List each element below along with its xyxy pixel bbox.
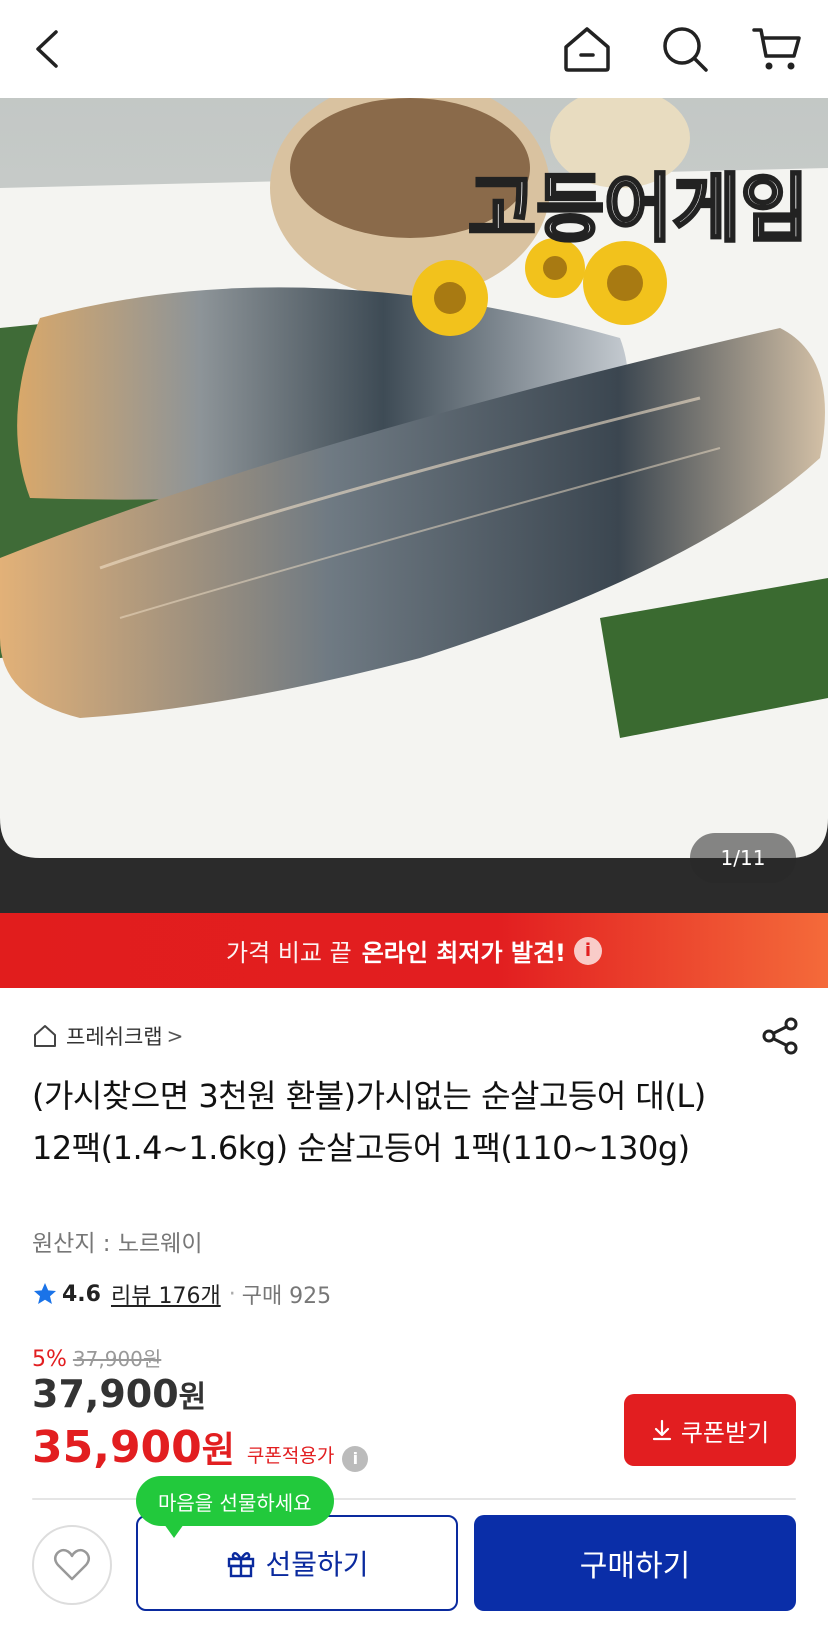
coupon-price-label: 쿠폰적용가: [246, 1445, 335, 1467]
discount-row: 5% 37,900원: [32, 1343, 161, 1372]
hero-overlay-text: 고등어게임: [468, 166, 802, 252]
current-price-unit: 원: [178, 1380, 207, 1415]
top-bar: [0, 0, 828, 98]
gift-button-label: 선물하기: [265, 1548, 369, 1581]
rating-row: 4.6 리뷰 176개 · 구매 925: [32, 1278, 331, 1310]
discount-rate: 5%: [32, 1347, 67, 1372]
coupon-price-unit: 원: [201, 1430, 235, 1471]
hero-overlay-title: 고등어게임: [462, 114, 803, 344]
chevron-right-icon: >: [166, 1024, 184, 1048]
promo-pre-text: 가격 비교 끝: [226, 939, 352, 967]
purchase-count: 구매 925: [241, 1284, 332, 1309]
home-icon[interactable]: [560, 22, 614, 76]
original-price: 37,900원: [72, 1347, 162, 1371]
coupon-info-icon[interactable]: i: [342, 1445, 369, 1472]
gift-icon: [228, 1552, 255, 1578]
gift-button[interactable]: 선물하기: [136, 1515, 458, 1611]
rating-score: 4.6: [62, 1281, 101, 1307]
bottom-action-bar: 선물하기 구매하기: [0, 1498, 828, 1628]
share-icon[interactable]: [760, 1016, 800, 1056]
heart-icon: [54, 1548, 90, 1581]
download-icon: [652, 1419, 671, 1441]
separator-dot: ·: [228, 1281, 236, 1307]
back-icon[interactable]: [22, 22, 76, 76]
promo-strong-text: 온라인 최저가 발견!: [361, 939, 566, 967]
coupon-price: 35,900 원 쿠폰적용가 i: [32, 1421, 369, 1473]
wishlist-button[interactable]: [32, 1525, 112, 1605]
get-coupon-button[interactable]: 쿠폰받기: [624, 1394, 796, 1466]
seller-name: 프레쉬크랩: [66, 1025, 163, 1049]
cart-icon[interactable]: [750, 22, 804, 76]
get-coupon-label: 쿠폰받기: [680, 1418, 770, 1447]
info-icon[interactable]: i: [573, 936, 602, 965]
buy-button-label: 구매하기: [579, 1549, 691, 1584]
seller-link[interactable]: 프레쉬크랩 >: [32, 1020, 183, 1052]
review-count-link[interactable]: 리뷰 176개: [111, 1278, 221, 1310]
product-origin: 원산지 : 노르웨이: [32, 1231, 203, 1257]
search-icon[interactable]: [658, 22, 712, 76]
buy-button[interactable]: 구매하기: [474, 1515, 796, 1611]
coupon-price-number: 35,900: [32, 1422, 202, 1473]
gift-tooltip: 마음을 선물하세요: [136, 1476, 334, 1538]
current-price: 37,900원: [32, 1372, 206, 1416]
lowest-price-banner[interactable]: 가격 비교 끝 온라인 최저가 발견! i: [0, 913, 828, 988]
star-icon: [34, 1283, 56, 1304]
house-icon: [34, 1025, 56, 1047]
image-counter: 1/11: [690, 833, 796, 883]
product-title: (가시찾으면 3천원 환불)가시없는 순살고등어 대(L) 12팩(1.4~1.…: [32, 1077, 706, 1167]
product-image-carousel[interactable]: 고등어게임 1/11: [0, 98, 828, 913]
current-price-number: 37,900: [32, 1372, 179, 1416]
